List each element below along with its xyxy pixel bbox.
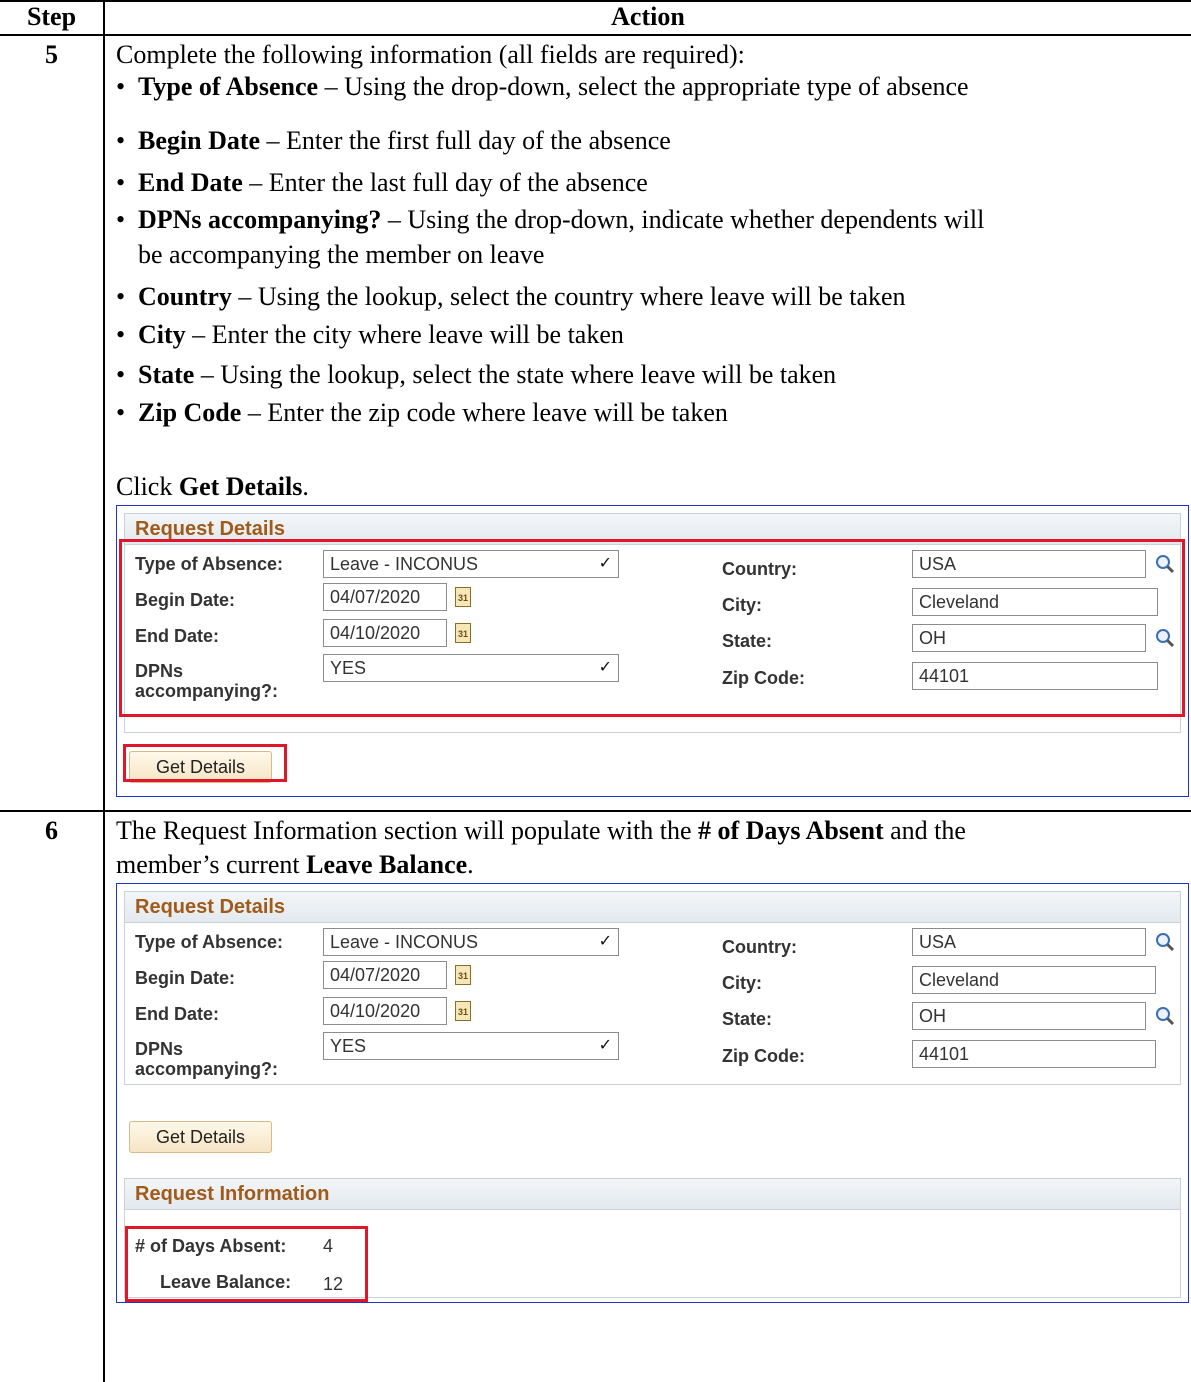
action-header: Action (611, 2, 685, 31)
bullet-type-of-absence: • Type of Absence – Using the drop-down, … (116, 72, 969, 101)
chevron-down-icon: ✓ (598, 1037, 612, 1054)
type-of-absence-select[interactable]: Leave - INCONUS ✓ (323, 928, 619, 956)
request-panel-step5: Request Details Type of Absence: Leave -… (116, 505, 1189, 797)
step6-line2: member’s current Leave Balance. (116, 850, 474, 879)
get-details-button[interactable]: Get Details (129, 1121, 273, 1153)
calendar-icon[interactable]: 31 (455, 1001, 471, 1021)
table-column-rule (103, 0, 105, 1382)
search-icon[interactable] (1154, 931, 1176, 953)
end-date-input[interactable]: 04/10/2020 (323, 997, 447, 1025)
bullet-country: • Country – Using the lookup, select the … (116, 282, 906, 311)
highlight-box (125, 1226, 368, 1302)
city-label: City: (722, 973, 762, 993)
state-input[interactable]: OH (912, 1002, 1146, 1030)
zip-code-label: Zip Code: (722, 1046, 805, 1066)
bullet-city: • City – Enter the city where leave will … (116, 320, 624, 349)
step-number-6: 6 (45, 816, 58, 845)
type-of-absence-label: Type of Absence: (135, 932, 284, 952)
request-panel-step6: Request Details Type of Absence: Leave -… (116, 883, 1189, 1303)
bullet-state: • State – Using the lookup, select the st… (116, 360, 837, 389)
step5-click-instruction: Click Get Details. (116, 472, 309, 501)
begin-date-input[interactable]: 04/07/2020 (323, 961, 447, 989)
dpns-label-cont: accompanying?: (135, 1059, 279, 1079)
step-number-5: 5 (45, 40, 58, 69)
table-row-rule (0, 810, 1191, 812)
section-title: Request Information (125, 1179, 1180, 1210)
step5-intro: Complete the following information (all … (116, 40, 745, 69)
highlight-box (119, 539, 1185, 717)
country-input[interactable]: USA (912, 928, 1146, 956)
end-date-label: End Date: (135, 1004, 220, 1024)
step6-line1: The Request Information section will pop… (116, 816, 966, 845)
instruction-table: Step Action 5 Complete the following inf… (0, 0, 1191, 1382)
search-icon[interactable] (1154, 1005, 1176, 1027)
calendar-icon[interactable]: 31 (455, 965, 471, 985)
state-label: State: (722, 1009, 773, 1029)
begin-date-label: Begin Date: (135, 968, 236, 988)
bullet-zip-code: • Zip Code – Enter the zip code where lea… (116, 398, 728, 427)
bullet-begin-date: • Begin Date – Enter the first full day o… (116, 126, 671, 155)
section-title: Request Details (125, 892, 1180, 923)
table-header-rule (0, 34, 1191, 36)
dpns-label: DPNs (135, 1039, 184, 1059)
zip-code-input[interactable]: 44101 (912, 1040, 1156, 1068)
highlight-box (123, 744, 287, 782)
bullet-end-date: • End Date – Enter the last full day of t… (116, 168, 648, 197)
city-input[interactable]: Cleveland (912, 966, 1156, 994)
dpns-select[interactable]: YES ✓ (323, 1032, 619, 1060)
bullet-dpns: • DPNs accompanying? – Using the drop-dow… (116, 205, 985, 234)
step-header: Step (26, 2, 77, 31)
country-label: Country: (722, 937, 797, 957)
chevron-down-icon: ✓ (598, 933, 612, 950)
bullet-dpns-continued: be accompanying the member on leave (138, 240, 545, 269)
